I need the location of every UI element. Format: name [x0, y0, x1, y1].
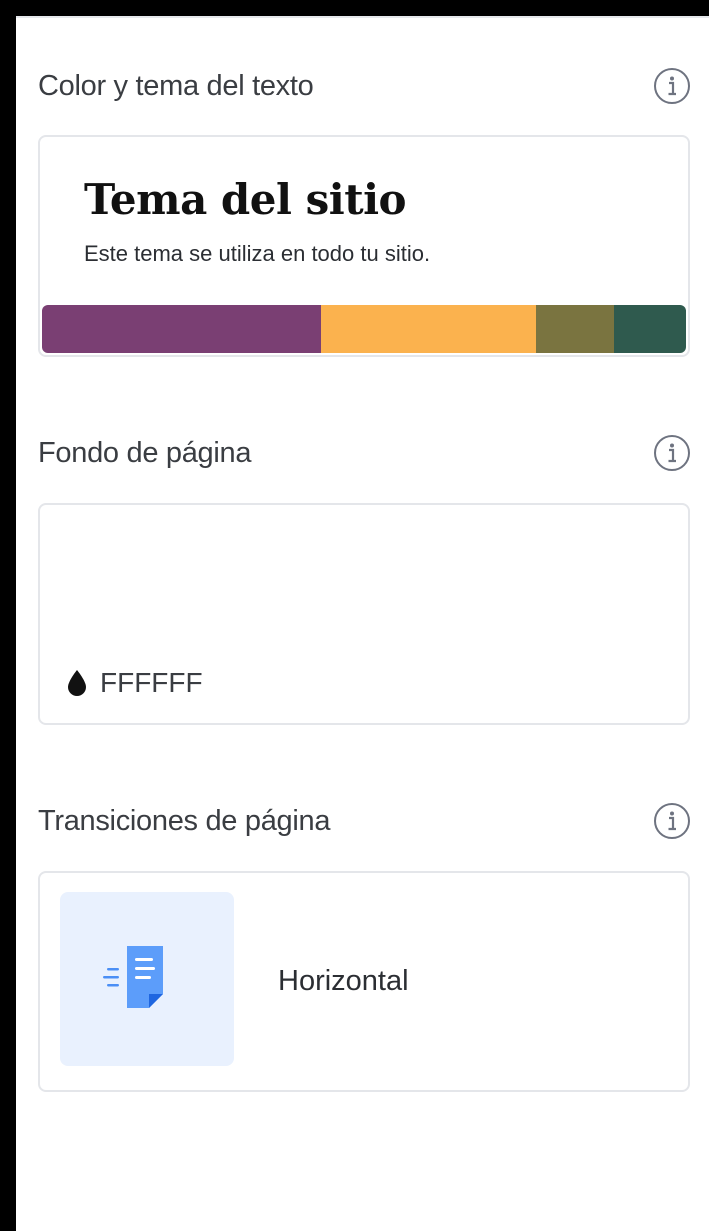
transitions-section-header: Transiciones de página	[38, 801, 691, 841]
background-section-header: Fondo de página	[38, 433, 691, 473]
palette-swatch	[42, 305, 321, 353]
info-icon[interactable]	[653, 67, 691, 105]
background-section-title: Fondo de página	[38, 436, 252, 469]
theme-card[interactable]: Tema del sitio Este tema se utiliza en t…	[38, 135, 690, 357]
transitions-card[interactable]: Horizontal	[38, 871, 690, 1092]
color-palette	[42, 305, 686, 353]
background-color-value: FFFFFF	[66, 667, 203, 699]
document-slide-icon	[103, 946, 163, 1008]
theme-section-header: Color y tema del texto	[38, 66, 691, 106]
background-card[interactable]: FFFFFF	[38, 503, 690, 725]
palette-swatch	[614, 305, 686, 353]
theme-card-title: Tema del sitio	[84, 175, 407, 224]
transitions-section-title: Transiciones de página	[38, 804, 331, 837]
theme-card-description: Este tema se utiliza en todo tu sitio.	[84, 241, 431, 266]
theme-section-title: Color y tema del texto	[38, 69, 314, 102]
transition-thumbnail[interactable]	[60, 892, 234, 1066]
top-divider	[16, 16, 709, 18]
info-icon[interactable]	[653, 434, 691, 472]
background-hex-text: FFFFFF	[100, 667, 203, 698]
info-icon[interactable]	[653, 802, 691, 840]
transition-option-label: Horizontal	[278, 965, 409, 997]
palette-swatch	[536, 305, 614, 353]
palette-swatch	[321, 305, 536, 353]
color-drop-icon	[68, 670, 86, 696]
